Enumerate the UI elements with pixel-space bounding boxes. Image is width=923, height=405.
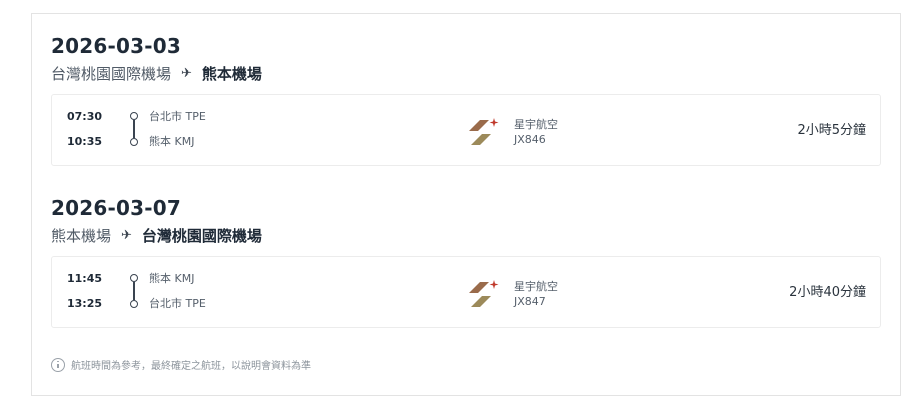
leg-route: 台灣桃園國際機場 ✈ 熊本機場	[51, 64, 881, 84]
starlux-logo-icon	[469, 280, 499, 307]
starlux-logo-icon	[469, 118, 499, 145]
flight-cities: 熊本 KMJ 台北市 TPE	[149, 272, 206, 311]
flight-number: JX846	[514, 133, 546, 146]
flight-leg-outbound: 2026-03-03 台灣桃園國際機場 ✈ 熊本機場 07:30 10:35 台…	[51, 34, 881, 166]
airplane-icon: ✈	[181, 66, 192, 81]
arrival-time: 13:25	[67, 297, 103, 310]
route-origin: 台灣桃園國際機場	[51, 65, 172, 83]
flight-card: 11:45 13:25 熊本 KMJ 台北市 TPE 星宇航空 JX847 2小…	[51, 256, 881, 328]
departure-time: 07:30	[67, 110, 103, 123]
departure-time: 11:45	[67, 272, 103, 285]
schedule-note: 航班時間為參考，最終確定之航班，以說明會資料為準	[51, 357, 311, 372]
route-destination: 熊本機場	[201, 65, 262, 83]
leg-route: 熊本機場 ✈ 台灣桃園國際機場	[51, 226, 881, 246]
schedule-note-text: 航班時間為參考，最終確定之航班，以說明會資料為準	[71, 361, 311, 372]
timeline-connector-icon	[129, 111, 139, 147]
arrival-city: 熊本 KMJ	[149, 135, 195, 148]
airline-info: 星宇航空 JX846	[514, 117, 558, 147]
airline-info: 星宇航空 JX847	[514, 279, 558, 309]
flight-times: 07:30 10:35	[67, 110, 107, 149]
arrival-time: 10:35	[67, 135, 103, 148]
flight-cities: 台北市 TPE 熊本 KMJ	[149, 110, 206, 149]
route-destination: 台灣桃園國際機場	[141, 227, 262, 245]
flight-times: 11:45 13:25	[67, 272, 107, 311]
airline-name: 星宇航空	[514, 118, 558, 131]
flight-card: 07:30 10:35 台北市 TPE 熊本 KMJ 星宇航空 JX846 2小…	[51, 94, 881, 166]
arrival-city: 台北市 TPE	[149, 297, 206, 310]
info-icon	[51, 357, 65, 372]
itinerary-panel: 2026-03-03 台灣桃園國際機場 ✈ 熊本機場 07:30 10:35 台…	[31, 13, 901, 396]
flight-duration: 2小時40分鐘	[789, 285, 866, 300]
departure-city: 熊本 KMJ	[149, 272, 195, 285]
flight-leg-return: 2026-03-07 熊本機場 ✈ 台灣桃園國際機場 11:45 13:25 熊…	[51, 196, 881, 328]
airline-name: 星宇航空	[514, 280, 558, 293]
leg-date: 2026-03-03	[51, 34, 181, 58]
airplane-icon: ✈	[121, 228, 132, 243]
flight-duration: 2小時5分鐘	[797, 123, 866, 138]
route-origin: 熊本機場	[51, 227, 112, 245]
timeline-connector-icon	[129, 273, 139, 309]
leg-date: 2026-03-07	[51, 196, 181, 220]
flight-number: JX847	[514, 295, 546, 308]
departure-city: 台北市 TPE	[149, 110, 206, 123]
